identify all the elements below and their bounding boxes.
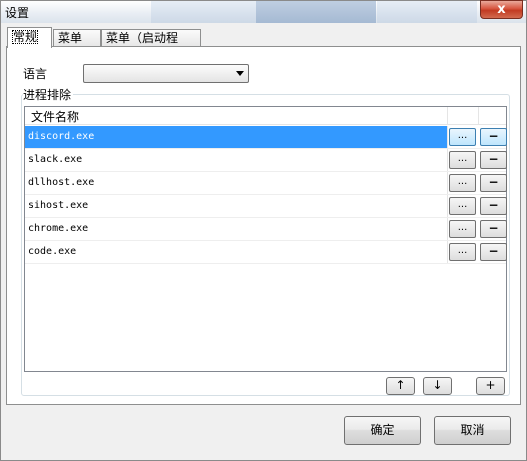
column-separator: [447, 126, 448, 148]
table-row[interactable]: dllhost.exe ... −: [25, 172, 507, 195]
browse-button[interactable]: ...: [449, 197, 476, 215]
language-dropdown[interactable]: [83, 64, 249, 83]
remove-button[interactable]: −: [480, 243, 507, 261]
remove-button[interactable]: −: [480, 174, 507, 192]
process-list-header: 文件名称: [25, 107, 506, 125]
browse-button[interactable]: ...: [449, 151, 476, 169]
table-row[interactable]: slack.exe ... −: [25, 149, 507, 172]
window-title: 设置: [5, 6, 30, 20]
tab-general[interactable]: 常规: [7, 27, 52, 48]
settings-window: 设置 x 常规 菜单 菜单（启动程序） 语言 进程排除 文件名称: [0, 0, 527, 461]
process-name: dllhost.exe: [28, 177, 95, 188]
remove-button[interactable]: −: [480, 220, 507, 238]
general-panel: 语言 进程排除 文件名称 discord.exe ... − slack.exe: [6, 46, 521, 405]
plus-icon: +: [485, 378, 496, 392]
table-row[interactable]: discord.exe ... −: [25, 126, 507, 149]
tab-menu-startup[interactable]: 菜单（启动程序）: [101, 29, 201, 61]
add-button[interactable]: +: [476, 377, 505, 395]
process-name: sihost.exe: [28, 200, 89, 211]
header-separator: [478, 107, 479, 125]
language-label: 语言: [23, 67, 48, 81]
process-list[interactable]: 文件名称 discord.exe ... − slack.exe ... − d…: [24, 106, 507, 372]
browse-button[interactable]: ...: [449, 128, 476, 146]
column-separator: [447, 149, 448, 171]
arrow-down-icon: ↓: [432, 378, 443, 392]
remove-button[interactable]: −: [480, 128, 507, 146]
column-header-filename: 文件名称: [31, 110, 80, 124]
browse-button[interactable]: ...: [449, 174, 476, 192]
table-row[interactable]: chrome.exe ... −: [25, 218, 507, 241]
remove-button[interactable]: −: [480, 151, 507, 169]
title-bar: 设置 x: [1, 0, 526, 23]
process-exclusion-label: 进程排除: [23, 86, 74, 103]
column-separator: [447, 241, 448, 263]
column-separator: [447, 218, 448, 240]
browse-button[interactable]: ...: [449, 220, 476, 238]
close-button[interactable]: x: [480, 0, 523, 19]
process-name: slack.exe: [28, 154, 83, 165]
column-separator: [447, 172, 448, 194]
move-down-button[interactable]: ↓: [423, 377, 452, 395]
cancel-button[interactable]: 取消: [434, 416, 511, 445]
ok-button[interactable]: 确定: [344, 416, 421, 445]
browse-button[interactable]: ...: [449, 243, 476, 261]
close-icon: x: [497, 2, 506, 17]
title-bar-background-blur: [256, 1, 376, 23]
table-row[interactable]: sihost.exe ... −: [25, 195, 507, 218]
title-bar-background-blur: [377, 1, 477, 23]
column-separator: [447, 195, 448, 217]
header-separator: [447, 107, 448, 125]
tab-menu[interactable]: 菜单: [53, 29, 101, 47]
table-row[interactable]: code.exe ... −: [25, 241, 507, 264]
process-name: code.exe: [28, 246, 77, 257]
process-name: discord.exe: [25, 126, 447, 148]
move-up-button[interactable]: ↑: [386, 377, 415, 395]
title-bar-background-blur: [151, 1, 256, 23]
process-name: chrome.exe: [28, 223, 89, 234]
tab-general-label: 常规: [12, 30, 39, 44]
remove-button[interactable]: −: [480, 197, 507, 215]
arrow-up-icon: ↑: [395, 378, 406, 392]
tab-menu-label: 菜单: [58, 31, 83, 45]
chevron-down-icon: [236, 71, 244, 76]
